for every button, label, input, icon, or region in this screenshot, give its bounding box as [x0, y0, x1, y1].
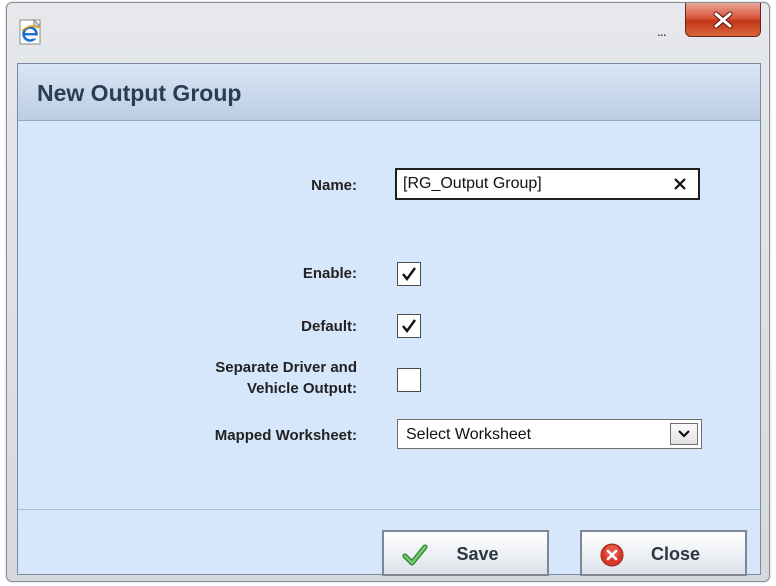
- separate-output-label-line2: Vehicle Output:: [246, 380, 357, 397]
- name-input-value: [RG_Output Group]: [403, 175, 542, 192]
- name-input[interactable]: [RG_Output Group]: [395, 168, 700, 200]
- title-bar: ...: [7, 3, 769, 63]
- dialog-footer: Save Close: [18, 509, 760, 576]
- clear-name-button[interactable]: [670, 174, 690, 194]
- chevron-down-icon: [678, 430, 690, 438]
- worksheet-select[interactable]: Select Worksheet: [397, 419, 702, 449]
- dropdown-toggle[interactable]: [670, 423, 698, 445]
- clear-x-icon: [674, 178, 686, 190]
- separate-output-checkbox[interactable]: [397, 368, 421, 392]
- dialog-header: New Output Group: [18, 64, 760, 121]
- close-button[interactable]: Close: [580, 530, 747, 576]
- checkmark-icon: [402, 319, 416, 333]
- default-checkbox[interactable]: [397, 314, 421, 338]
- dialog-title: New Output Group: [37, 80, 242, 106]
- separate-output-label-line1: Separate Driver and: [215, 359, 357, 376]
- close-button-label: Close: [650, 544, 701, 564]
- worksheet-select-value: Select Worksheet: [406, 426, 532, 443]
- checkmark-icon: [402, 267, 416, 281]
- enable-checkbox[interactable]: [397, 262, 421, 286]
- save-button[interactable]: Save: [382, 530, 549, 576]
- worksheet-label: Mapped Worksheet:: [214, 427, 357, 444]
- enable-label: Enable:: [302, 265, 357, 282]
- default-label: Default:: [301, 318, 357, 335]
- window-close-button[interactable]: [685, 3, 761, 37]
- close-x-icon: [713, 11, 733, 28]
- dialog-window: ... New Output Group Name: [RG_Output Gr…: [6, 2, 770, 582]
- name-label: Name:: [311, 177, 357, 194]
- dialog-body: New Output Group Name: [RG_Output Group]…: [17, 63, 761, 576]
- internet-explorer-icon: [19, 19, 42, 45]
- title-overflow-text: ...: [657, 23, 667, 39]
- save-button-label: Save: [456, 544, 499, 564]
